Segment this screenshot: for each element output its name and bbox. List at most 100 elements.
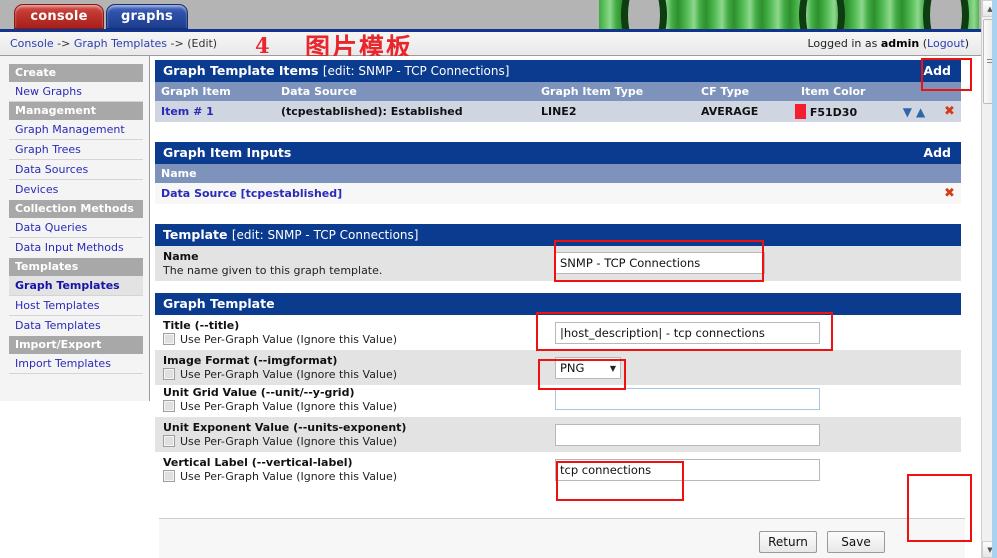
sidebar-item-data-templates[interactable]: Data Templates	[9, 316, 143, 336]
arrow-down-icon[interactable]: ▼	[901, 105, 914, 119]
vertical-label-label: Vertical Label (--vertical-label)	[163, 456, 353, 469]
sidebar-bottom-filler	[0, 401, 151, 558]
graph-template-items-header: Graph Template Items [edit: SNMP - TCP C…	[155, 60, 961, 82]
graph-item-inputs-header: Graph Item Inputs Add	[155, 142, 961, 164]
delete-x-icon[interactable]: ✖	[944, 104, 955, 119]
section-gap	[155, 281, 961, 293]
unit-grid-per-graph-checkbox[interactable]	[163, 400, 175, 412]
col-cf-type: CF Type	[695, 82, 795, 101]
unit-grid-value-input[interactable]	[555, 388, 820, 410]
sidebar-item-new-graphs[interactable]: New Graphs	[9, 82, 143, 102]
form-footer: Return Save	[159, 518, 965, 558]
image-format-per-graph-checkbox[interactable]	[163, 368, 175, 380]
image-format-label: Image Format (--imgformat)	[163, 354, 338, 367]
vertical-label-per-graph-row[interactable]: Use Per-Graph Value (Ignore this Value)	[155, 470, 555, 487]
paren-close: )	[964, 37, 969, 50]
cell-data-source: (tcpestablished): Established	[281, 105, 463, 118]
unit-exponent-per-graph-row[interactable]: Use Per-Graph Value (Ignore this Value)	[155, 435, 555, 452]
unit-exponent-label: Unit Exponent Value (--units-exponent)	[163, 421, 407, 434]
form-row-image-format: Image Format (--imgformat) Use Per-Graph…	[155, 350, 961, 385]
unit-grid-label: Unit Grid Value (--unit/--y-grid)	[163, 386, 355, 399]
table-row[interactable]: Data Source [tcpestablished] ✖	[155, 183, 961, 204]
breadcrumb-graph-templates[interactable]: Graph Templates	[74, 37, 167, 50]
graph-item-inputs-table: Name Data Source [tcpestablished] ✖	[155, 164, 961, 224]
table-row[interactable]: Item # 1 (tcpestablished): Established L…	[155, 101, 961, 122]
breadcrumb-separator-2: ->	[170, 37, 184, 50]
section-gap	[155, 122, 961, 142]
tab-console[interactable]: console	[14, 4, 104, 29]
delete-x-icon[interactable]: ✖	[944, 186, 955, 201]
image-format-per-graph-label: Use Per-Graph Value (Ignore this Value)	[180, 368, 398, 381]
tab-graphs[interactable]: graphs	[106, 4, 188, 29]
title-label: Title (--title)	[163, 319, 240, 332]
table-header-row: Name	[155, 164, 961, 183]
sidebar-header-management: Management	[9, 102, 143, 120]
breadcrumb-separator-1: ->	[57, 37, 71, 50]
logout-link[interactable]: Logout	[927, 37, 965, 50]
template-title: Template	[163, 227, 228, 242]
name-label: Name	[163, 250, 199, 263]
breadcrumb-console[interactable]: Console	[10, 37, 54, 50]
sidebar-item-graph-trees[interactable]: Graph Trees	[9, 140, 143, 160]
title-per-graph-checkbox[interactable]	[163, 333, 175, 345]
template-form: Name The name given to this graph templa…	[155, 246, 961, 281]
login-username: admin	[880, 37, 920, 50]
form-row-unit-exponent: Unit Exponent Value (--units-exponent) U…	[155, 417, 961, 452]
chevron-down-icon: ▼	[609, 363, 616, 373]
image-format-value: PNG	[560, 361, 585, 375]
sidebar-item-data-sources[interactable]: Data Sources	[9, 160, 143, 180]
add-graph-item-input-button[interactable]: Add	[923, 146, 951, 160]
item-color-hex: F51D30	[809, 106, 858, 119]
main-content: Graph Template Items [edit: SNMP - TCP C…	[151, 56, 965, 558]
col-actions	[938, 82, 961, 101]
sidebar-item-import-templates[interactable]: Import Templates	[9, 354, 143, 374]
cell-cf-type: AVERAGE	[701, 105, 759, 118]
section-gap	[155, 204, 961, 224]
table-header-row: Graph Item Data Source Graph Item Type C…	[155, 82, 961, 101]
graph-title-input[interactable]	[555, 322, 820, 344]
unit-grid-per-graph-row[interactable]: Use Per-Graph Value (Ignore this Value)	[155, 400, 555, 417]
template-header: Template [edit: SNMP - TCP Connections]	[155, 224, 961, 246]
sidebar: Create New Graphs Management Graph Manag…	[0, 56, 150, 401]
col-graph-item: Graph Item	[155, 82, 275, 101]
image-format-per-graph-row[interactable]: Use Per-Graph Value (Ignore this Value)	[155, 368, 555, 385]
arrow-up-icon[interactable]: ▲	[914, 105, 927, 119]
form-row-title: Title (--title) Use Per-Graph Value (Ign…	[155, 315, 961, 350]
sidebar-nav: Create New Graphs Management Graph Manag…	[9, 64, 143, 374]
unit-exponent-per-graph-label: Use Per-Graph Value (Ignore this Value)	[180, 435, 398, 448]
graph-template-title: Graph Template	[163, 296, 275, 311]
title-per-graph-row[interactable]: Use Per-Graph Value (Ignore this Value)	[155, 333, 555, 350]
graph-template-items-title: Graph Template Items	[163, 63, 319, 78]
sidebar-header-templates: Templates	[9, 258, 143, 276]
sidebar-header-collection-methods: Collection Methods	[9, 200, 143, 218]
name-help-text: The name given to this graph template.	[163, 264, 383, 277]
unit-exponent-value-input[interactable]	[555, 424, 820, 446]
graph-item-link[interactable]: Item # 1	[161, 105, 214, 118]
sidebar-item-data-queries[interactable]: Data Queries	[9, 218, 143, 238]
save-button[interactable]: Save	[827, 531, 885, 553]
add-graph-item-button[interactable]: Add	[923, 64, 951, 78]
vertical-label-per-graph-checkbox[interactable]	[163, 470, 175, 482]
login-prefix: Logged in as	[807, 37, 878, 50]
template-name-input[interactable]	[555, 252, 765, 274]
cell-graph-item-type: LINE2	[541, 105, 577, 118]
sidebar-item-host-templates[interactable]: Host Templates	[9, 296, 143, 316]
col-data-source: Data Source	[275, 82, 535, 101]
sidebar-item-data-input-methods[interactable]: Data Input Methods	[9, 238, 143, 258]
graph-item-input-link[interactable]: Data Source [tcpestablished]	[161, 187, 342, 200]
unit-grid-per-graph-label: Use Per-Graph Value (Ignore this Value)	[180, 400, 398, 413]
sidebar-item-graph-templates[interactable]: Graph Templates	[9, 276, 143, 296]
window-right-edge	[992, 0, 997, 558]
sidebar-item-graph-management[interactable]: Graph Management	[9, 120, 143, 140]
form-row-name: Name The name given to this graph templa…	[155, 246, 961, 281]
sidebar-header-import-export: Import/Export	[9, 336, 143, 354]
unit-exponent-per-graph-checkbox[interactable]	[163, 435, 175, 447]
return-button[interactable]: Return	[759, 531, 817, 553]
graph-template-items-subtitle: [edit: SNMP - TCP Connections]	[322, 64, 510, 78]
sidebar-item-devices[interactable]: Devices	[9, 180, 143, 200]
image-format-select[interactable]: PNG ▼	[555, 357, 621, 379]
vertical-label-input[interactable]	[555, 459, 820, 481]
tab-graphs-label: graphs	[121, 9, 173, 24]
col-graph-item-type: Graph Item Type	[535, 82, 695, 101]
item-color-swatch	[795, 104, 806, 119]
